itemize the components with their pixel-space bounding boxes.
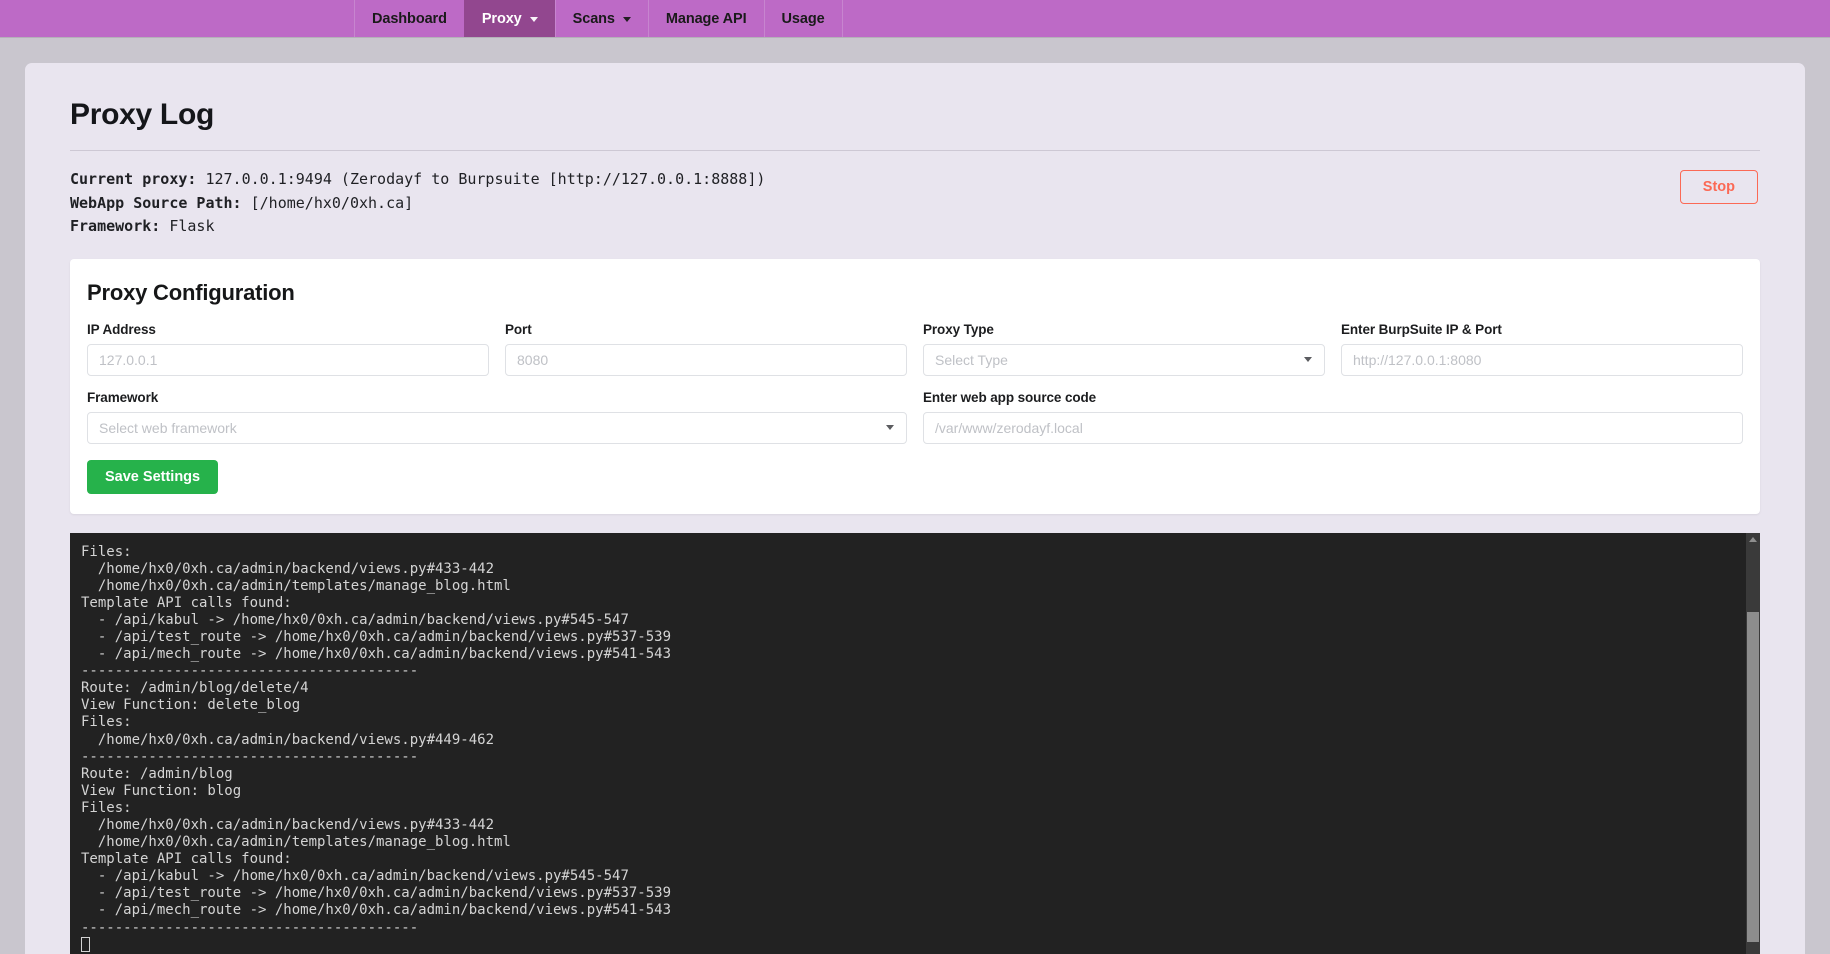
page-wrapper: Proxy Log Current proxy: 127.0.0.1:9494 … xyxy=(0,38,1830,954)
proxy-log-console[interactable]: Files: /home/hx0/0xh.ca/admin/backend/vi… xyxy=(70,532,1760,954)
console-scrollbar[interactable] xyxy=(1746,532,1760,954)
config-form-row-2: Framework Select web framework Enter web… xyxy=(87,390,1743,444)
proxy-type-select[interactable]: Select Type xyxy=(923,343,1325,376)
stop-button[interactable]: Stop xyxy=(1679,170,1758,204)
source-path-value: [/home/hx0/0xh.ca] xyxy=(241,193,414,212)
proxy-log-card: Proxy Log Current proxy: 127.0.0.1:9494 … xyxy=(25,63,1805,954)
scroll-up-arrow-icon[interactable] xyxy=(1746,533,1760,546)
nav-item-manage-api[interactable]: Manage API xyxy=(647,0,765,37)
field-ip-address: IP Address xyxy=(87,322,489,376)
nav-item-proxy[interactable]: Proxy xyxy=(463,0,556,37)
console-cursor-line xyxy=(81,936,1760,954)
framework-label: Framework: xyxy=(70,217,161,235)
scrollbar-thumb[interactable] xyxy=(1747,611,1759,942)
ip-address-label: IP Address xyxy=(87,321,156,337)
framework-select[interactable]: Select web framework xyxy=(87,411,907,444)
burpsuite-input[interactable] xyxy=(1341,343,1743,376)
cursor-block-icon xyxy=(81,936,90,952)
source-code-input[interactable] xyxy=(923,411,1743,444)
chevron-down-icon xyxy=(529,17,538,22)
console-output: Files: /home/hx0/0xh.ca/admin/backend/vi… xyxy=(81,543,672,936)
burpsuite-label: Enter BurpSuite IP & Port xyxy=(1341,321,1502,337)
proxy-info-row: Current proxy: 127.0.0.1:9494 (Zerodayf … xyxy=(70,168,1760,239)
scrollbar-track-top[interactable] xyxy=(1746,545,1760,612)
field-proxy-type: Proxy Type Select Type xyxy=(923,322,1325,376)
proxy-log-console-wrapper: Files: /home/hx0/0xh.ca/admin/backend/vi… xyxy=(70,532,1760,954)
port-input[interactable] xyxy=(505,343,907,376)
nav-item-label: Scans xyxy=(572,10,615,27)
main-navbar: Dashboard Proxy Scans Manage API Usage xyxy=(0,0,1830,38)
port-label: Port xyxy=(505,321,532,337)
framework-selected-value: Select web framework xyxy=(99,419,237,436)
nav-item-label: Dashboard xyxy=(372,10,447,27)
proxy-configuration-panel: Proxy Configuration IP Address Port Prox… xyxy=(70,258,1760,514)
framework-label-field: Framework xyxy=(87,389,159,405)
current-proxy-label: Current proxy: xyxy=(70,170,197,188)
field-framework: Framework Select web framework xyxy=(87,390,907,444)
nav-item-label: Manage API xyxy=(665,10,747,27)
field-burpsuite: Enter BurpSuite IP & Port xyxy=(1341,322,1743,376)
title-divider xyxy=(70,150,1760,151)
source-path-line: WebApp Source Path: [/home/hx0/0xh.ca] xyxy=(70,192,765,216)
page-title: Proxy Log xyxy=(70,98,214,131)
framework-line: Framework: Flask xyxy=(70,215,765,239)
nav-item-label: Proxy xyxy=(481,10,522,27)
config-form-row-1: IP Address Port Proxy Type Select Type E… xyxy=(87,322,1743,376)
source-path-label: WebApp Source Path: xyxy=(70,193,242,212)
save-settings-button[interactable]: Save Settings xyxy=(87,459,219,494)
source-code-label: Enter web app source code xyxy=(923,389,1097,405)
current-proxy-value: 127.0.0.1:9494 (Zerodayf to Burpsuite [h… xyxy=(196,170,766,188)
nav-item-label: Usage xyxy=(781,10,825,27)
panel-title: Proxy Configuration xyxy=(87,279,295,305)
nav-item-usage[interactable]: Usage xyxy=(763,0,843,37)
chevron-down-icon xyxy=(886,425,894,430)
nav-item-scans[interactable]: Scans xyxy=(554,0,649,37)
chevron-down-icon xyxy=(622,17,631,22)
current-proxy-line: Current proxy: 127.0.0.1:9494 (Zerodayf … xyxy=(70,168,765,192)
ip-address-input[interactable] xyxy=(87,343,489,376)
proxy-type-selected-value: Select Type xyxy=(935,351,1008,368)
field-source-code: Enter web app source code xyxy=(923,390,1743,444)
nav-item-dashboard[interactable]: Dashboard xyxy=(354,0,465,37)
proxy-type-label: Proxy Type xyxy=(923,321,994,337)
framework-value: Flask xyxy=(160,217,215,235)
chevron-down-icon xyxy=(1304,357,1312,362)
scrollbar-track-bottom[interactable] xyxy=(1746,942,1760,954)
proxy-info-text: Current proxy: 127.0.0.1:9494 (Zerodayf … xyxy=(70,168,765,239)
field-port: Port xyxy=(505,322,907,376)
